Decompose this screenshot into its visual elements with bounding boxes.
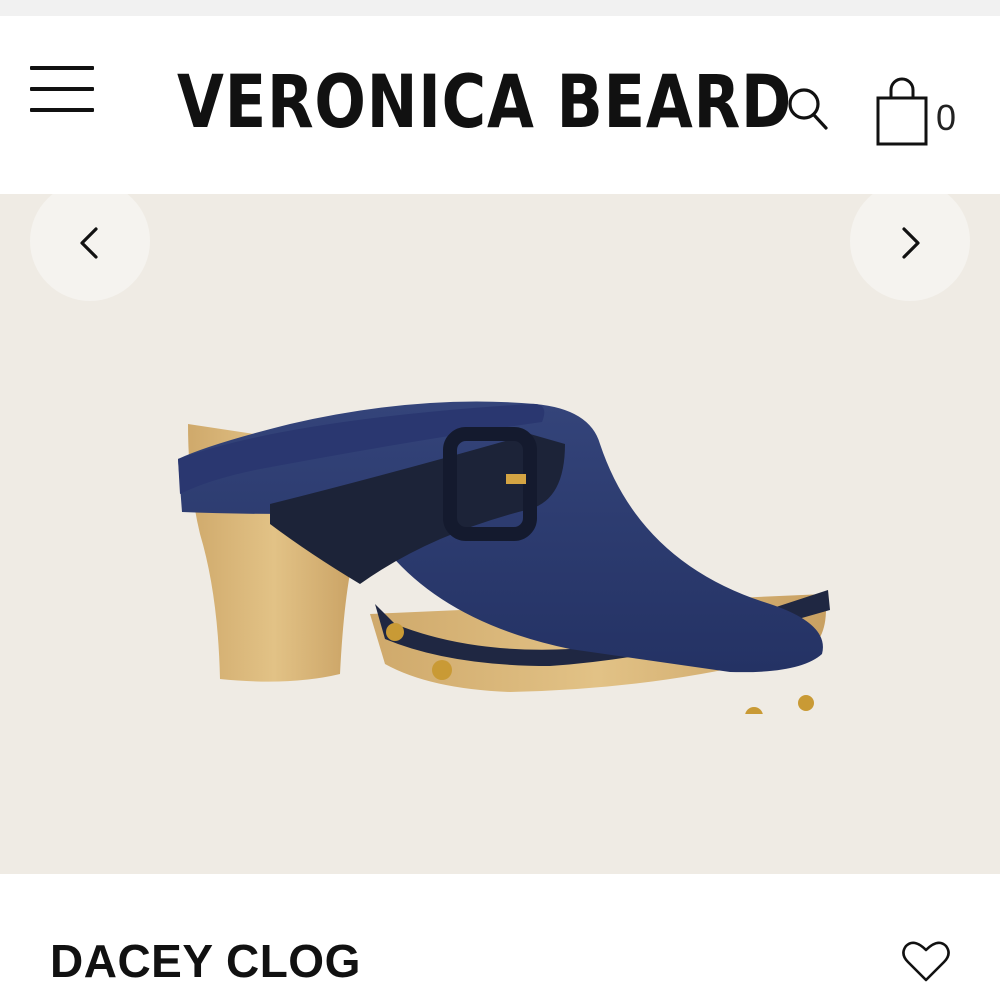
brand-logo[interactable]: VERONICA BEARD xyxy=(177,58,791,148)
product-info: DACEY CLOG xyxy=(0,874,1000,1000)
product-image[interactable] xyxy=(170,294,835,714)
wishlist-button[interactable] xyxy=(900,936,952,986)
chevron-left-icon xyxy=(80,227,98,259)
menu-line xyxy=(30,87,94,91)
status-strip xyxy=(0,0,1000,16)
buckle-pin xyxy=(506,474,526,484)
cart-count: 0 xyxy=(936,97,957,138)
menu-line xyxy=(30,108,94,112)
menu-button[interactable] xyxy=(30,64,96,114)
site-header: VERONICA BEARD 0 xyxy=(0,16,1000,194)
cart-button[interactable] xyxy=(874,76,934,148)
gallery-prev-button[interactable] xyxy=(30,194,150,301)
heart-icon xyxy=(902,941,950,982)
menu-line xyxy=(30,66,94,70)
search-icon xyxy=(788,88,828,130)
chevron-right-icon xyxy=(902,227,920,259)
shopping-bag-icon xyxy=(876,77,928,146)
product-name: DACEY CLOG xyxy=(50,935,361,987)
gallery-next-button[interactable] xyxy=(850,194,970,301)
product-gallery[interactable] xyxy=(0,194,1000,874)
search-button[interactable] xyxy=(784,82,830,142)
